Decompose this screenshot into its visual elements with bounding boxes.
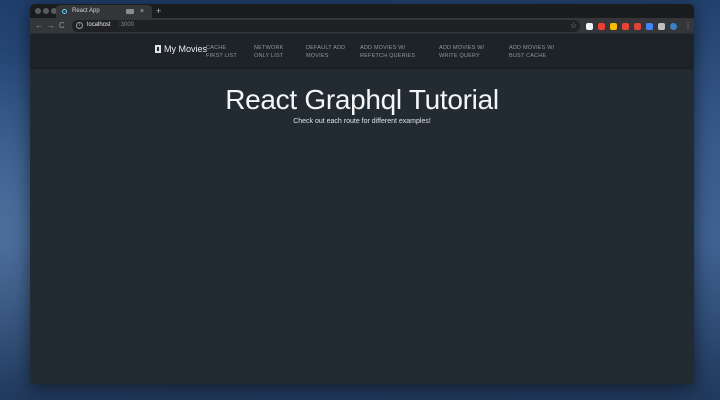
app-navbar: My Movies CACHE FIRST LIST NETWORK ONLY … [30, 35, 694, 67]
tab-title: React App [72, 8, 100, 14]
puzzle-extensions-icon[interactable] [658, 23, 665, 30]
nav-link-line: BUST CACHE [509, 53, 547, 59]
forward-icon[interactable]: → [47, 20, 55, 32]
page-viewport: My Movies CACHE FIRST LIST NETWORK ONLY … [30, 35, 694, 384]
close-window-button[interactable] [35, 8, 41, 14]
extension-icon-4[interactable] [622, 23, 629, 30]
page-subtitle: Check out each route for different examp… [293, 118, 431, 125]
extension-icon-5[interactable] [634, 23, 641, 30]
brand-label: My Movies [164, 44, 208, 54]
reload-icon[interactable]: C [59, 20, 65, 32]
nav-link-line: ADD MOVIES W/ [509, 45, 555, 51]
page-title: React Graphql Tutorial [225, 84, 499, 115]
browser-menu-icon[interactable]: ⋮ [684, 20, 692, 32]
back-icon[interactable]: ← [35, 20, 43, 32]
nav-link-add-movies-bust-cache[interactable]: ADD MOVIES W/ BUST CACHE [509, 44, 589, 60]
browser-tab-strip: React App × + [30, 4, 694, 18]
address-bar[interactable]: i localhost :3000 [72, 20, 580, 32]
browser-toolbar: ← → C i localhost :3000 ☆ ⋮ [30, 18, 694, 34]
nav-link-line: ADD MOVIES W/ [439, 45, 485, 51]
site-info-icon[interactable]: i [76, 22, 83, 29]
nav-link-add-movies-refetch-queries[interactable]: ADD MOVIES W/ REFETCH QUERIES [360, 44, 440, 60]
extension-icon-1[interactable] [586, 23, 593, 30]
nav-link-line: REFETCH QUERIES [360, 53, 416, 59]
nav-link-line: WRITE QUERY [439, 53, 480, 59]
profile-avatar[interactable] [670, 23, 677, 30]
url-host: localhost [87, 22, 111, 28]
film-icon [155, 45, 161, 53]
new-tab-button[interactable]: + [156, 5, 161, 17]
close-tab-icon[interactable]: × [140, 7, 144, 16]
extension-icon-3[interactable] [610, 23, 617, 30]
browser-tab[interactable]: React App × [56, 5, 152, 18]
extension-icon-6[interactable] [646, 23, 653, 30]
nav-link-line: ADD MOVIES W/ [360, 45, 406, 51]
minimize-window-button[interactable] [43, 8, 49, 14]
extension-icon-2[interactable] [598, 23, 605, 30]
nav-link-add-movies-write-query[interactable]: ADD MOVIES W/ WRITE QUERY [439, 44, 519, 60]
bookmark-star-icon[interactable]: ☆ [570, 21, 577, 30]
react-favicon-icon [62, 9, 67, 14]
url-port: :3000 [119, 22, 135, 28]
media-indicator-icon [126, 9, 134, 14]
browser-window: React App × + ← → C i localhost :3000 ☆ … [30, 4, 694, 384]
